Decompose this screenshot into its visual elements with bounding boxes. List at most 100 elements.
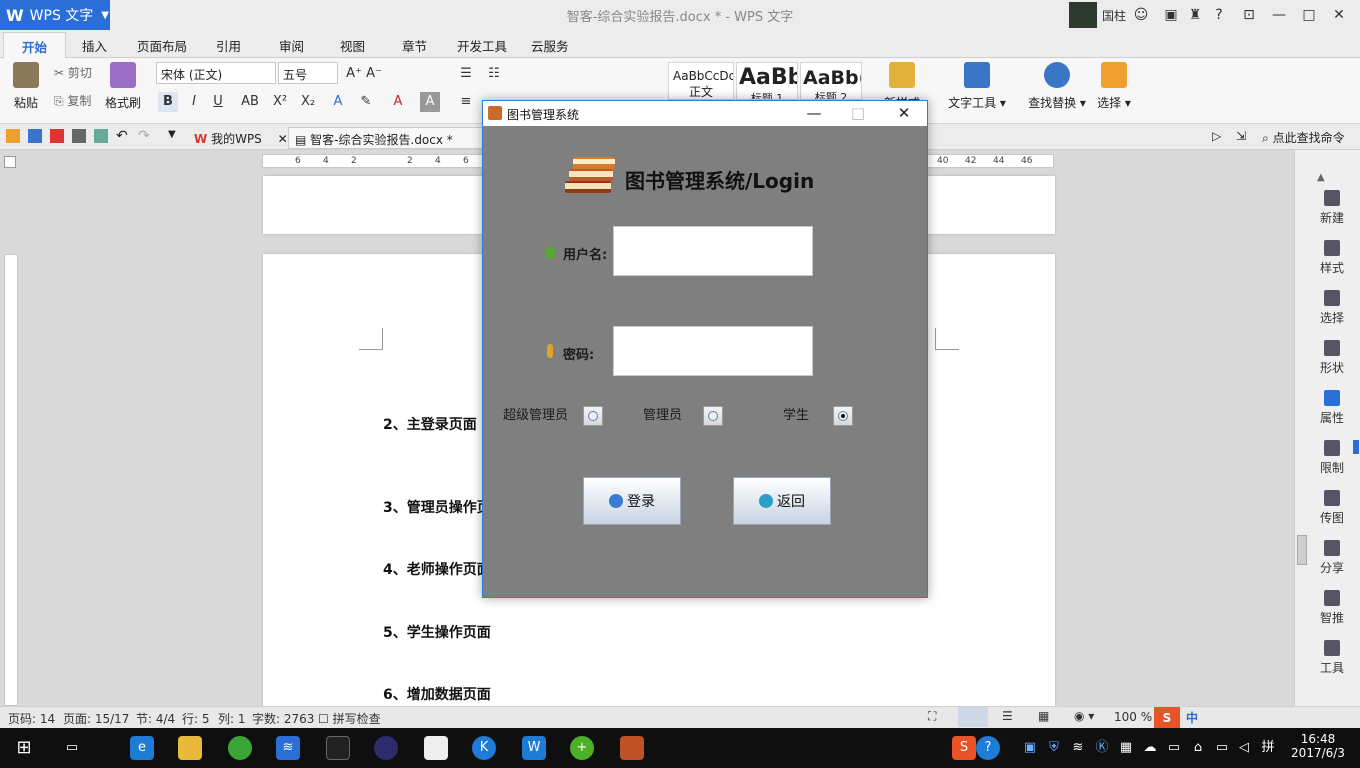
dialog-title-bar[interactable]: 图书管理系统 — □ ✕ [483, 101, 927, 126]
network-tray-icon[interactable]: ≋ [1066, 736, 1090, 760]
undo-icon[interactable]: ↶ [116, 128, 128, 144]
zoom-level[interactable]: 100 % [1114, 710, 1152, 724]
edge-icon[interactable]: e [130, 736, 154, 760]
shirt-icon[interactable]: ♜ [1184, 5, 1206, 25]
app-icon[interactable] [326, 736, 350, 760]
task-view-icon[interactable]: ▭ [60, 736, 84, 760]
spell-check-toggle[interactable]: ☐ 拼写检查 [318, 710, 381, 727]
close-tab-icon[interactable]: ✕ [278, 132, 288, 146]
panel-tools[interactable]: 工具 [1313, 640, 1351, 676]
gift-icon[interactable]: ▣ [1160, 5, 1182, 25]
tab-my-wps[interactable]: W 我的WPS ✕ [188, 127, 294, 149]
fullscreen-icon[interactable]: ⛶ [928, 709, 936, 724]
sogou-tray-icon[interactable]: S [952, 736, 976, 760]
dialog-maximize-icon[interactable]: □ [843, 103, 873, 123]
kugou-icon[interactable]: K [472, 736, 496, 760]
user-name[interactable]: 国柱 [1102, 7, 1126, 24]
tab-chapter[interactable]: 章节 [402, 36, 427, 55]
tab-insert[interactable]: 插入 [82, 36, 107, 55]
highlight-icon[interactable]: ✎ [356, 92, 376, 112]
dialog-close-icon[interactable]: ✕ [889, 103, 919, 123]
close-icon[interactable]: ✕ [1328, 5, 1350, 25]
italic-button[interactable]: I [184, 92, 204, 112]
ruler-tab-selector[interactable] [4, 156, 16, 168]
status-word-count[interactable]: 字数: 2763 [252, 710, 314, 727]
format-painter-button[interactable]: 格式刷 [103, 62, 143, 111]
sogou-ime-icon[interactable]: S [1154, 707, 1180, 729]
cut-button[interactable]: ✂ 剪切 [54, 64, 92, 81]
qat-more-icon[interactable]: ▼ [168, 129, 176, 140]
display-icon[interactable]: ▭ [1210, 736, 1234, 760]
shield-tray-icon[interactable]: ⛨ [1042, 736, 1066, 760]
cloud-tray-icon[interactable]: ☁ [1138, 736, 1162, 760]
document-line[interactable]: 4、老师操作页面 [383, 559, 491, 579]
network-icon[interactable]: ⌂ [1186, 736, 1210, 760]
style-heading-2[interactable]: AaBb( 标题 2 [800, 62, 862, 100]
panel-recommend[interactable]: 智推 [1313, 590, 1351, 626]
redo-icon[interactable]: ↷ [138, 128, 150, 144]
maximize-icon[interactable]: □ [1298, 5, 1320, 25]
shrink-font-icon[interactable]: A⁻ [364, 64, 384, 84]
preview-icon[interactable] [94, 129, 108, 143]
app-tray-icon[interactable]: ▦ [1114, 736, 1138, 760]
ime-tray-icon[interactable]: 拼 [1256, 736, 1280, 760]
scroll-up-icon[interactable]: ▲ [1317, 172, 1325, 183]
tab-review[interactable]: 审阅 [279, 36, 304, 55]
file-explorer-icon[interactable] [178, 736, 202, 760]
document-line[interactable]: 3、管理员操作页 [383, 497, 491, 517]
role-super-admin-radio[interactable] [583, 406, 603, 426]
back-button[interactable]: 返回 [733, 477, 831, 525]
font-name-select[interactable]: 宋体 (正文) [156, 62, 276, 84]
superscript-button[interactable]: X² [270, 92, 290, 112]
ime-mode[interactable]: 中 [1186, 709, 1198, 726]
align-left-icon[interactable]: ≡ [456, 92, 476, 112]
security-360-icon[interactable]: + [570, 736, 594, 760]
minimize-icon[interactable]: — [1268, 5, 1290, 25]
tab-page-layout[interactable]: 页面布局 [137, 36, 187, 55]
wps-taskbar-icon[interactable]: W [522, 736, 546, 760]
password-input[interactable] [613, 326, 813, 376]
panel-restrict[interactable]: 限制 [1313, 440, 1351, 476]
login-button[interactable]: 登录 [583, 477, 681, 525]
document-line[interactable]: 6、增加数据页面 [383, 684, 491, 704]
document-line[interactable]: 5、学生操作页面 [383, 622, 491, 642]
command-search[interactable]: ⌕ 点此查找命令 [1262, 129, 1345, 146]
panel-share[interactable]: 分享 [1313, 540, 1351, 576]
vertical-scrollbar-thumb[interactable] [1297, 535, 1307, 565]
tab-start[interactable]: 开始 [3, 32, 67, 60]
select-button[interactable]: 选择 ▾ [1094, 62, 1134, 111]
tab-references[interactable]: 引用 [216, 36, 241, 55]
username-input[interactable] [613, 226, 813, 276]
pdf-icon[interactable] [50, 129, 64, 143]
page-view-icon[interactable] [958, 707, 988, 727]
find-replace-button[interactable]: 查找替换 ▾ [1026, 62, 1088, 111]
bold-button[interactable]: B [158, 92, 178, 112]
panel-styles[interactable]: 样式 [1313, 240, 1351, 276]
char-shading-icon[interactable]: A [420, 92, 440, 112]
panel-toggle-icon[interactable]: ▷ [1212, 129, 1221, 143]
web-view-icon[interactable]: ▦ [1038, 709, 1049, 723]
outline-view-icon[interactable]: ☰ [1002, 709, 1013, 723]
window-app-icon[interactable] [424, 736, 448, 760]
role-student-radio[interactable] [833, 406, 853, 426]
style-heading-1[interactable]: AaBb 标题 1 [736, 62, 798, 100]
panel-new[interactable]: 新建 [1313, 190, 1351, 226]
paste-button[interactable]: 粘贴 [8, 62, 44, 111]
open-icon[interactable] [6, 129, 20, 143]
panel-select[interactable]: 选择 [1313, 290, 1351, 326]
avatar[interactable] [1069, 2, 1097, 28]
tab-document[interactable]: ▤ 智客-综合实验报告.docx * ✕ [288, 127, 484, 162]
panel-collapse-handle[interactable] [1353, 440, 1359, 454]
tab-dev-tools[interactable]: 开发工具 [457, 36, 507, 55]
tab-view[interactable]: 视图 [340, 36, 365, 55]
numbering-icon[interactable]: ☷ [484, 64, 504, 84]
text-effect-icon[interactable]: A [328, 92, 348, 112]
underline-button[interactable]: U [208, 92, 228, 112]
vertical-ruler[interactable] [4, 254, 18, 706]
k-tray-icon[interactable]: Ⓚ [1090, 736, 1114, 760]
save-icon[interactable] [28, 129, 42, 143]
role-admin-radio[interactable] [703, 406, 723, 426]
box-tray-icon[interactable]: ▣ [1018, 736, 1042, 760]
feed-icon[interactable]: ≋ [276, 736, 300, 760]
restore-window-icon[interactable]: ⊡ [1238, 5, 1260, 25]
